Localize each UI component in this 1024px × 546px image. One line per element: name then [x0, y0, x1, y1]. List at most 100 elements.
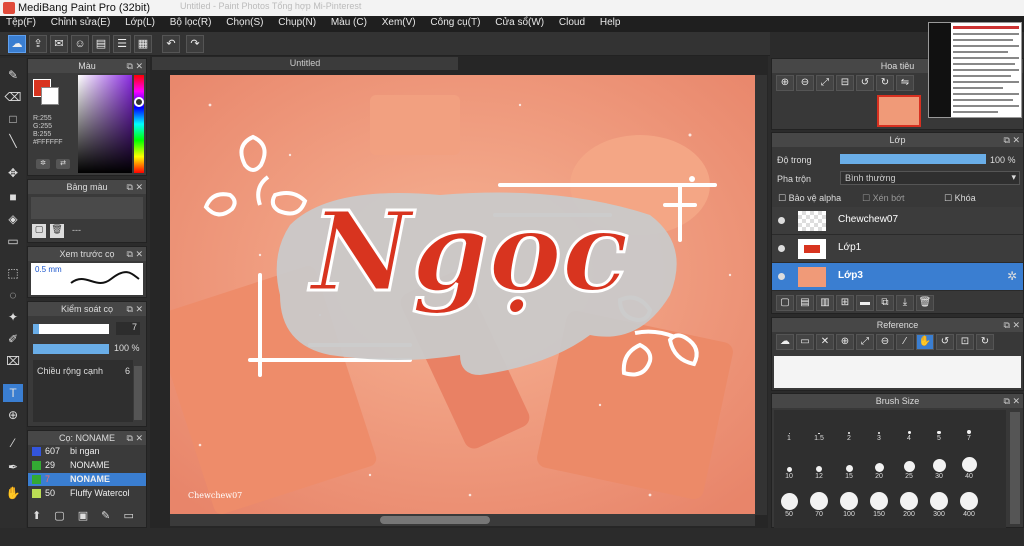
- magic-wand-tool-icon[interactable]: ✦: [3, 308, 23, 326]
- merge-down-icon[interactable]: ⤓: [896, 295, 914, 311]
- hue-slider[interactable]: [134, 75, 144, 173]
- operation-tool-icon[interactable]: ⊕: [3, 406, 23, 424]
- brush-size-option[interactable]: 50: [775, 490, 803, 518]
- brush-size-option[interactable]: 300: [925, 490, 953, 518]
- menu-snap[interactable]: Chụp(N): [272, 16, 322, 29]
- delete-palette-icon[interactable]: 🗑: [50, 224, 64, 238]
- layer-settings-gear-icon[interactable]: ✲: [1007, 269, 1017, 283]
- brush-size-option[interactable]: 150: [865, 490, 893, 518]
- move-tool-icon[interactable]: ✥: [3, 164, 23, 182]
- comment-icon[interactable]: ✉: [50, 35, 68, 53]
- brush-size-option[interactable]: 1.5: [805, 414, 833, 442]
- menu-layer[interactable]: Lớp(L): [119, 16, 161, 29]
- redo-icon[interactable]: ↷: [186, 35, 204, 53]
- panel-controls-icon[interactable]: ⧉ ✕: [1004, 133, 1020, 147]
- text-tool-icon[interactable]: T: [3, 384, 23, 402]
- new-folder-icon[interactable]: ▬: [856, 295, 874, 311]
- canvas-tab[interactable]: Untitled: [152, 57, 458, 70]
- select-rect-tool-icon[interactable]: ⬚: [3, 264, 23, 282]
- brush-size-option[interactable]: 2: [835, 414, 863, 442]
- menu-filter[interactable]: Bộ lọc(R): [164, 16, 218, 29]
- eyedropper-icon[interactable]: ⁄: [896, 334, 914, 350]
- brush-size-option[interactable]: 70: [805, 490, 833, 518]
- delete-layer-icon[interactable]: 🗑: [916, 295, 934, 311]
- brush-tool-icon[interactable]: ✎: [3, 66, 23, 84]
- menu-color[interactable]: Màu (C): [325, 16, 373, 29]
- brush-size-option[interactable]: 10: [775, 452, 803, 480]
- actual-size-icon[interactable]: ⊟: [836, 75, 854, 91]
- visibility-icon[interactable]: [778, 273, 785, 280]
- reference-image-area[interactable]: [774, 356, 1021, 388]
- menu-edit[interactable]: Chỉnh sửa(E): [45, 16, 117, 29]
- grid-icon[interactable]: ▦: [134, 35, 152, 53]
- brush-size-option[interactable]: 40: [955, 452, 983, 480]
- brush-size-option[interactable]: 15: [835, 452, 863, 480]
- panel-controls-icon[interactable]: ⧉ ✕: [1004, 318, 1020, 332]
- select-eraser-tool-icon[interactable]: ⌧: [3, 352, 23, 370]
- brush-opacity-slider[interactable]: [33, 344, 109, 354]
- rotate-left-icon[interactable]: ↺: [936, 334, 954, 350]
- panel-controls-icon[interactable]: ⧉ ✕: [127, 302, 143, 316]
- brush-size-option[interactable]: 200: [895, 490, 923, 518]
- brush-size-option[interactable]: 1: [775, 414, 803, 442]
- panel-controls-icon[interactable]: ⧉ ✕: [127, 247, 143, 261]
- close-reference-icon[interactable]: ✕: [816, 334, 834, 350]
- duplicate-layer-icon[interactable]: ⧉: [876, 295, 894, 311]
- add-palette-icon[interactable]: ▢: [32, 224, 46, 238]
- brush-size-option[interactable]: 7: [955, 414, 983, 442]
- menu-select[interactable]: Chọn(S): [220, 16, 269, 29]
- brush-size-scrollbar[interactable]: [1010, 412, 1020, 524]
- menu-help[interactable]: Help: [594, 16, 627, 29]
- menu-window[interactable]: Cửa sổ(W): [489, 16, 550, 29]
- flip-icon[interactable]: ⇋: [896, 75, 914, 91]
- rectangle-tool-icon[interactable]: □: [3, 110, 23, 128]
- saturation-value-square[interactable]: [78, 75, 132, 173]
- brush-size-option[interactable]: 5: [925, 414, 953, 442]
- clip-checkbox[interactable]: ☐ Xén bớt: [862, 193, 905, 204]
- new-halftone-layer-icon[interactable]: ▤: [796, 295, 814, 311]
- line-tool-icon[interactable]: ╲: [3, 132, 23, 150]
- fit-icon[interactable]: ⤢: [816, 75, 834, 91]
- select-pen-tool-icon[interactable]: ✐: [3, 330, 23, 348]
- cloud-reference-icon[interactable]: ☁: [776, 334, 794, 350]
- list-icon[interactable]: ☰: [113, 35, 131, 53]
- panel-controls-icon[interactable]: ⧉ ✕: [127, 59, 143, 73]
- new-8bit-layer-icon[interactable]: ▥: [816, 295, 834, 311]
- panel-controls-icon[interactable]: ⧉ ✕: [1004, 394, 1020, 408]
- lock-checkbox[interactable]: ☐ Khóa: [944, 193, 976, 204]
- brush-options-scrollbar[interactable]: [134, 366, 142, 420]
- background-color-swatch[interactable]: [41, 87, 59, 105]
- undo-icon[interactable]: ↶: [162, 35, 180, 53]
- brush-size-option[interactable]: 3: [865, 414, 893, 442]
- brush-item-selected[interactable]: 7 NONAME: [28, 473, 146, 486]
- scroll-thumb[interactable]: [380, 516, 490, 524]
- zoom-out-icon[interactable]: ⊖: [796, 75, 814, 91]
- open-reference-icon[interactable]: ▭: [796, 334, 814, 350]
- layer-row-selected[interactable]: Lớp3 ✲: [772, 263, 1023, 291]
- document-icon[interactable]: ▤: [92, 35, 110, 53]
- lasso-tool-icon[interactable]: ◌: [3, 286, 23, 304]
- panel-controls-icon[interactable]: ⧉ ✕: [127, 431, 143, 445]
- protect-alpha-checkbox[interactable]: ☐ Bảo vệ alpha: [778, 193, 841, 204]
- hand-icon[interactable]: ✋: [916, 334, 934, 350]
- zoom-out-icon[interactable]: ⊖: [876, 334, 894, 350]
- layer-row[interactable]: Chewchew07: [772, 207, 1023, 235]
- cloud-icon[interactable]: ☁: [8, 35, 26, 53]
- menu-tools[interactable]: Công cụ(T): [424, 16, 486, 29]
- brush-size-option[interactable]: 25: [895, 452, 923, 480]
- panel-controls-icon[interactable]: ⧉ ✕: [127, 180, 143, 194]
- swap-icon[interactable]: ⇄: [56, 159, 70, 169]
- brush-size-option[interactable]: 400: [955, 490, 983, 518]
- menu-view[interactable]: Xem(V): [376, 16, 422, 29]
- add-layer-dropdown-icon[interactable]: ⊞: [836, 295, 854, 311]
- brush-size-option[interactable]: 20: [865, 452, 893, 480]
- gear-icon[interactable]: ✲: [36, 159, 50, 169]
- brush-size-option[interactable]: 30: [925, 452, 953, 480]
- new-layer-icon[interactable]: ▢: [776, 295, 794, 311]
- brush-size-value[interactable]: 7: [116, 322, 140, 335]
- visibility-icon[interactable]: [778, 217, 785, 224]
- brush-size-slider[interactable]: [33, 324, 109, 334]
- fit-icon[interactable]: ⤢: [856, 334, 874, 350]
- fit-window-icon[interactable]: ⊡: [956, 334, 974, 350]
- eyedropper-tool-icon[interactable]: ⁄: [3, 434, 23, 452]
